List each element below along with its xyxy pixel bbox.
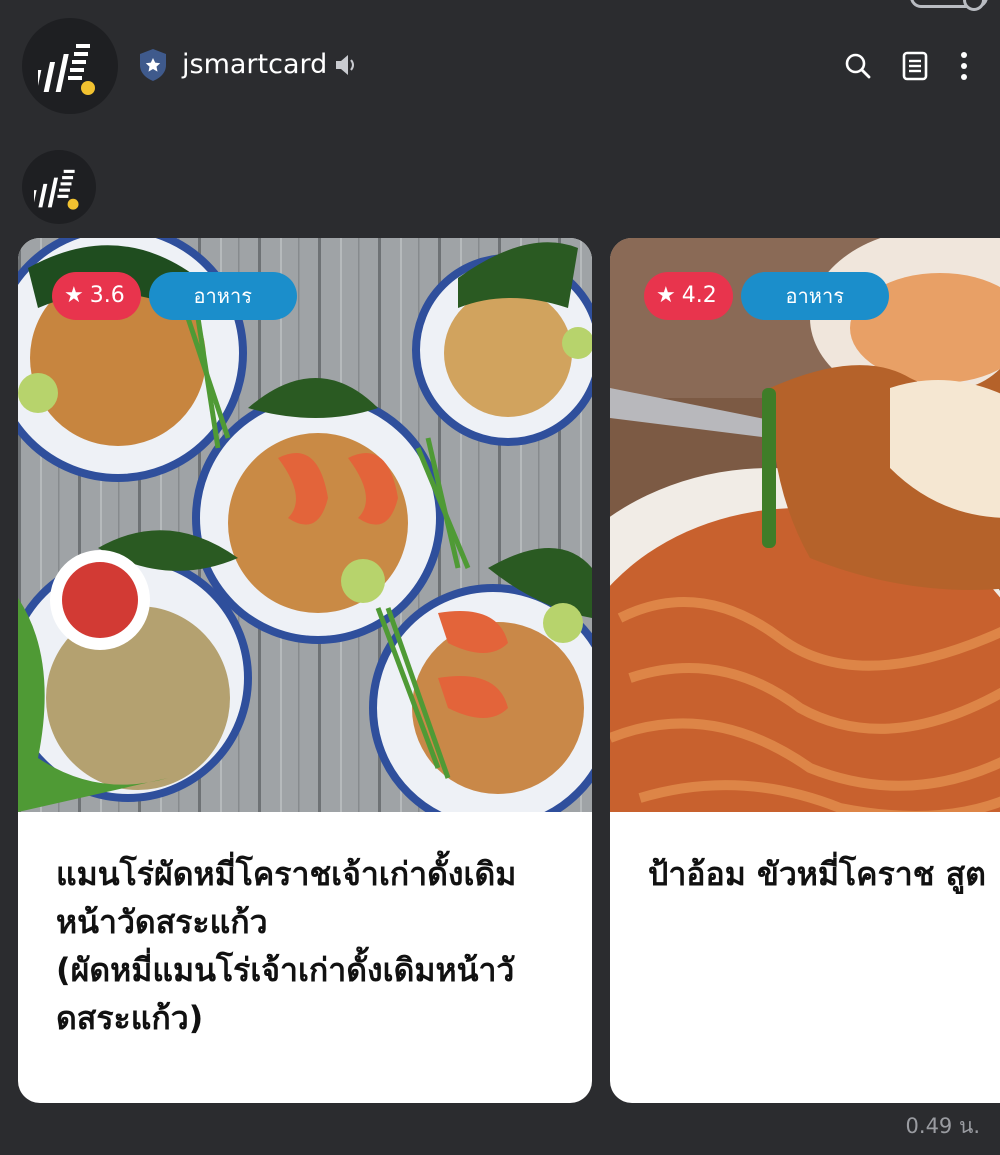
- star-icon: ★: [656, 283, 676, 308]
- category-badge[interactable]: อาหาร: [148, 272, 297, 320]
- restaurant-card[interactable]: ★ 3.6 อาหาร แมนโร่ผัดหมี่โคราชเจ้าเก่าดั…: [18, 238, 592, 1103]
- notes-button[interactable]: [897, 46, 933, 86]
- food-photo: [610, 238, 1000, 812]
- rating-value: 4.2: [681, 283, 717, 308]
- official-shield-icon: [140, 49, 166, 81]
- rating-badge: ★ 3.6: [52, 272, 141, 320]
- restaurant-title: ป้าอ้อม ขัวหมี่โคราช สูต: [648, 855, 986, 893]
- more-options-button[interactable]: [946, 46, 982, 86]
- account-avatar[interactable]: [22, 18, 118, 114]
- speaker-icon[interactable]: [334, 54, 358, 76]
- search-icon: [845, 53, 871, 79]
- category-badge[interactable]: อาหาร: [740, 272, 889, 320]
- brand-logo-icon: [38, 44, 95, 95]
- food-photo: [18, 238, 592, 812]
- notes-icon: [902, 51, 928, 81]
- star-icon: ★: [64, 283, 84, 308]
- brand-logo-icon: [34, 169, 79, 210]
- message-sender-avatar[interactable]: [22, 150, 96, 224]
- card-badges: ★ 3.6 อาหาร: [52, 272, 297, 320]
- more-vert-icon: [961, 52, 967, 80]
- rating-value: 3.6: [89, 283, 125, 308]
- chat-header: jsmartcard: [0, 0, 1000, 130]
- restaurant-title: แมนโร่ผัดหมี่โคราชเจ้าเก่าดั้งเดิม หน้าว…: [56, 855, 517, 1037]
- card-badges: ★ 4.2 อาหาร: [644, 272, 889, 320]
- message-timestamp: 0.49 น.: [905, 1114, 980, 1138]
- search-button[interactable]: [840, 46, 876, 86]
- restaurant-card[interactable]: ★ 4.2 อาหาร ป้าอ้อม ขัวหมี่โคราช สูต: [610, 238, 1000, 1103]
- account-name[interactable]: jsmartcard: [182, 48, 327, 82]
- rating-badge: ★ 4.2: [644, 272, 733, 320]
